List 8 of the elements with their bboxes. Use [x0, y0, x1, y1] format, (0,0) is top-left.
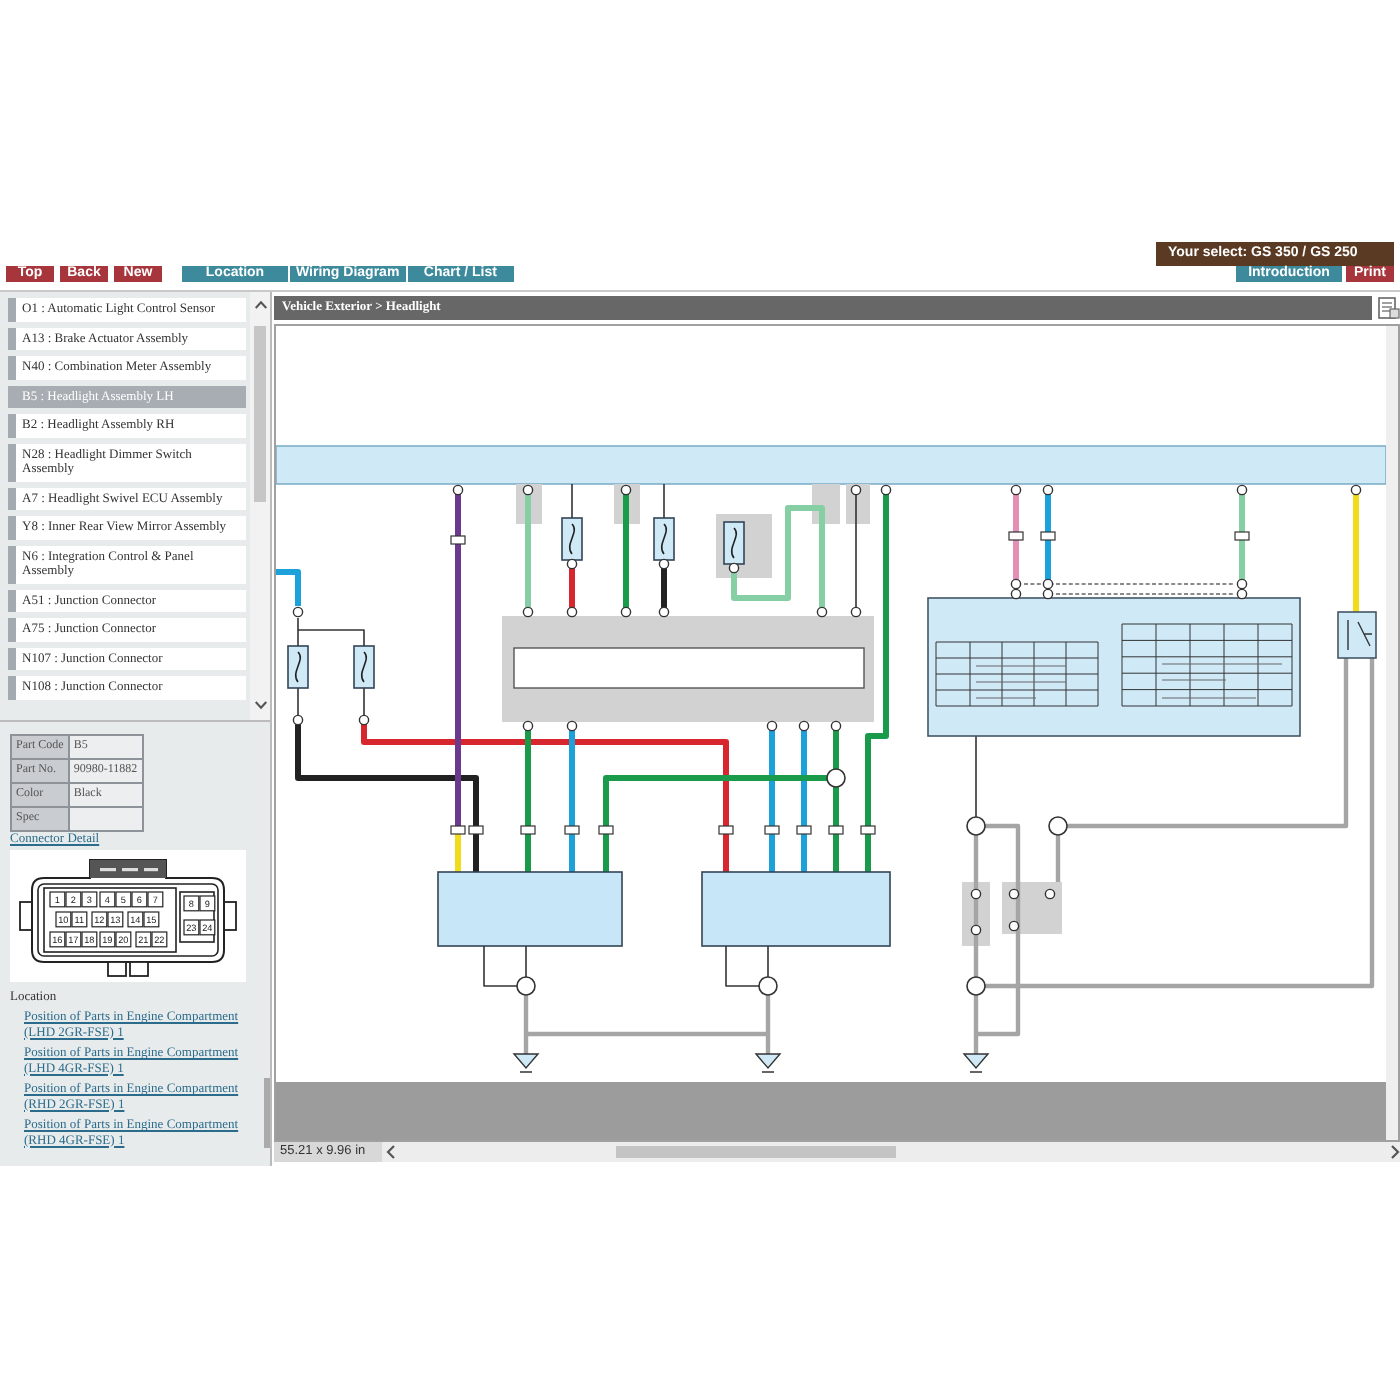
scrollbar-thumb[interactable] — [264, 1078, 270, 1148]
document-icon[interactable] — [1376, 296, 1400, 320]
chevron-down-icon[interactable] — [253, 700, 267, 710]
scrollbar-thumb[interactable] — [254, 326, 266, 502]
chevron-right-icon[interactable] — [1390, 1144, 1400, 1160]
chevron-left-icon[interactable] — [386, 1144, 396, 1160]
scrollbar-thumb[interactable] — [616, 1146, 896, 1158]
chevron-up-icon[interactable] — [253, 300, 267, 310]
